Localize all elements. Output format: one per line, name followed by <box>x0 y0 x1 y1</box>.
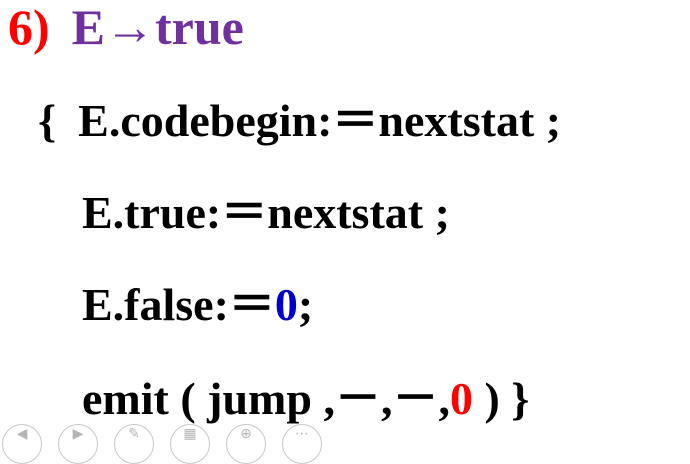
code-line-4-prefix: emit ( jump ,－,－, <box>82 373 450 424</box>
slideshow-toolbar: ◀ ▶ ✎ ▦ ⊕ ⋯ <box>0 424 340 464</box>
pen-icon[interactable]: ✎ <box>114 424 154 464</box>
open-brace: { <box>38 95 57 146</box>
code-line-4-value: 0 <box>449 373 473 424</box>
code-line-3-prefix: E.false:＝ <box>82 279 275 330</box>
slides-icon[interactable]: ▦ <box>170 424 210 464</box>
code-line-4-suffix: ) } <box>472 373 530 424</box>
code-line-1-text: E.codebegin:＝nextstat ; <box>78 95 562 146</box>
zoom-icon[interactable]: ⊕ <box>226 424 266 464</box>
code-line-4: emit ( jump ,－,－,0 ) } <box>82 376 529 422</box>
code-line-3-value: 0 <box>274 279 298 330</box>
code-line-2-text: E.true:＝nextstat ; <box>82 187 450 238</box>
code-line-3-suffix: ; <box>297 279 314 330</box>
code-line-3: E.false:＝0; <box>82 282 313 328</box>
rule-number: 6) <box>8 0 50 55</box>
production: E→true <box>71 0 244 55</box>
more-icon[interactable]: ⋯ <box>282 424 322 464</box>
next-icon[interactable]: ▶ <box>58 424 98 464</box>
rule-heading: 6) E→true <box>8 2 244 52</box>
code-line-1: { E.codebegin:＝nextstat ; <box>38 98 561 144</box>
prev-icon[interactable]: ◀ <box>2 424 42 464</box>
code-line-2: E.true:＝nextstat ; <box>82 190 450 236</box>
